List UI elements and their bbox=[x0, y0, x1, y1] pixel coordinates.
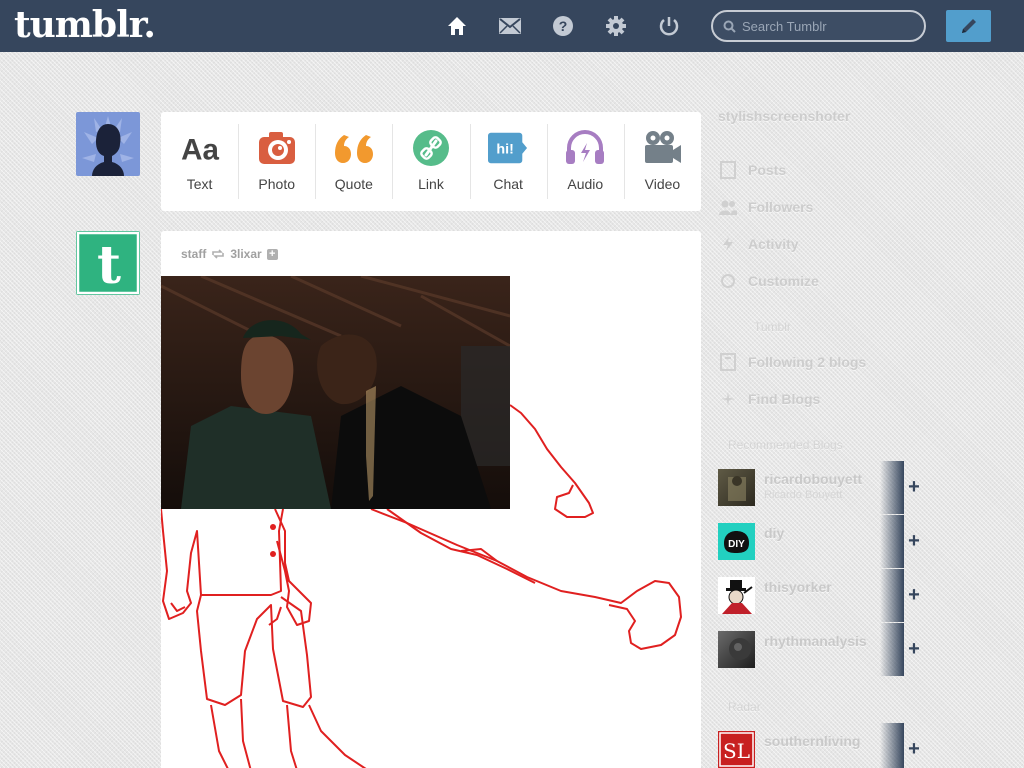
sidebar-item-customize[interactable]: Customize bbox=[718, 271, 819, 291]
blog-name: southernliving bbox=[764, 733, 861, 749]
inbox-icon[interactable] bbox=[497, 13, 523, 39]
blog-title: Ricardo Bouyett bbox=[764, 489, 843, 501]
blog-avatar bbox=[718, 577, 755, 614]
dashboard-post: staff 3lixar + bbox=[161, 231, 701, 768]
follow-button[interactable]: + bbox=[904, 461, 924, 514]
follow-button[interactable]: + bbox=[904, 723, 924, 768]
section-heading: Recommended Blogs bbox=[728, 438, 843, 452]
sidebar-item-activity[interactable]: Activity bbox=[718, 234, 799, 254]
staff-avatar[interactable]: t bbox=[76, 231, 140, 295]
post-type-label: Text bbox=[186, 176, 213, 192]
blog-avatar bbox=[718, 631, 755, 668]
sidebar-item-posts[interactable]: Posts bbox=[718, 160, 786, 180]
post-type-chat[interactable]: hi! Chat bbox=[469, 112, 547, 211]
post-type-label: Photo bbox=[258, 176, 295, 192]
headphones-icon bbox=[565, 128, 605, 168]
posts-icon bbox=[718, 160, 738, 180]
follow-plus-icon[interactable]: + bbox=[266, 248, 278, 260]
post-header: staff 3lixar + bbox=[181, 247, 278, 261]
follow-button[interactable]: + bbox=[904, 569, 924, 622]
svg-text:?: ? bbox=[559, 18, 568, 34]
list-item[interactable]: DIY diy + bbox=[718, 515, 920, 568]
follow-button[interactable]: + bbox=[904, 623, 924, 676]
user-avatar[interactable] bbox=[76, 112, 140, 176]
blog-avatar bbox=[718, 469, 755, 506]
video-camera-icon bbox=[642, 128, 682, 168]
reblogged-from-link[interactable]: 3lixar bbox=[230, 247, 261, 261]
sidebar-item-following[interactable]: Following 2 blogs bbox=[718, 352, 866, 372]
svg-text:hi!: hi! bbox=[497, 142, 514, 158]
post-type-bar: Aa Text Photo Quote Link hi! Chat Audio bbox=[161, 112, 701, 211]
post-type-label: Audio bbox=[567, 176, 604, 192]
chat-icon: hi! bbox=[488, 128, 528, 168]
tumblr-logo[interactable]: tumblr. bbox=[14, 4, 156, 46]
sidebar-item-find-blogs[interactable]: Find Blogs bbox=[718, 389, 820, 409]
list-item[interactable]: rhythmanalysis + bbox=[718, 623, 920, 676]
section-heading: Radar bbox=[728, 700, 761, 714]
post-type-text[interactable]: Aa Text bbox=[161, 112, 238, 211]
post-type-link[interactable]: Link bbox=[392, 112, 469, 211]
svg-text:t: t bbox=[97, 235, 121, 295]
post-type-label: Video bbox=[644, 176, 681, 192]
post-type-label: Chat bbox=[493, 176, 523, 192]
post-type-video[interactable]: Video bbox=[623, 112, 701, 211]
text-icon: Aa bbox=[180, 128, 220, 168]
post-type-photo[interactable]: Photo bbox=[238, 112, 315, 211]
blog-name: ricardobouyett bbox=[764, 471, 863, 487]
svg-text:SL: SL bbox=[723, 739, 750, 763]
svg-text:Aa: Aa bbox=[181, 133, 219, 166]
blog-name: thisyorker bbox=[764, 579, 832, 595]
blog-name[interactable]: stylishscreenshoter bbox=[718, 108, 850, 124]
post-type-quote[interactable]: Quote bbox=[315, 112, 392, 211]
help-icon[interactable]: ? bbox=[550, 13, 576, 39]
find-blogs-icon bbox=[718, 389, 738, 409]
customize-icon bbox=[718, 271, 738, 291]
sidebar-item-followers[interactable]: Followers bbox=[718, 197, 813, 217]
following-icon bbox=[718, 352, 738, 372]
svg-text:DIY: DIY bbox=[728, 539, 745, 550]
post-type-label: Link bbox=[418, 176, 444, 192]
blog-name: rhythmanalysis bbox=[764, 633, 867, 649]
post-type-label: Quote bbox=[334, 176, 373, 192]
blog-avatar: SL bbox=[718, 731, 755, 768]
blog-name: diy bbox=[764, 525, 785, 541]
follow-button[interactable]: + bbox=[904, 515, 924, 568]
post-type-audio[interactable]: Audio bbox=[546, 112, 624, 211]
list-item[interactable]: thisyorker + bbox=[718, 569, 920, 622]
reblog-icon bbox=[212, 249, 225, 259]
home-icon[interactable] bbox=[444, 13, 470, 39]
camera-icon bbox=[257, 128, 297, 168]
settings-icon[interactable] bbox=[603, 13, 629, 39]
post-author-link[interactable]: staff bbox=[181, 247, 206, 261]
blog-avatar: DIY bbox=[718, 523, 755, 560]
section-heading: Tumblr bbox=[754, 320, 791, 334]
quote-icon bbox=[334, 128, 374, 168]
link-icon bbox=[411, 128, 451, 168]
post-photo[interactable] bbox=[161, 276, 510, 509]
logout-icon[interactable] bbox=[656, 13, 682, 39]
activity-icon bbox=[718, 234, 738, 254]
sidebar: stylishscreenshoter Posts Followers Acti… bbox=[718, 0, 1018, 768]
list-item[interactable]: SL southernliving + bbox=[718, 723, 920, 768]
list-item[interactable]: ricardobouyett Ricardo Bouyett + bbox=[718, 461, 920, 514]
followers-icon bbox=[718, 197, 738, 217]
